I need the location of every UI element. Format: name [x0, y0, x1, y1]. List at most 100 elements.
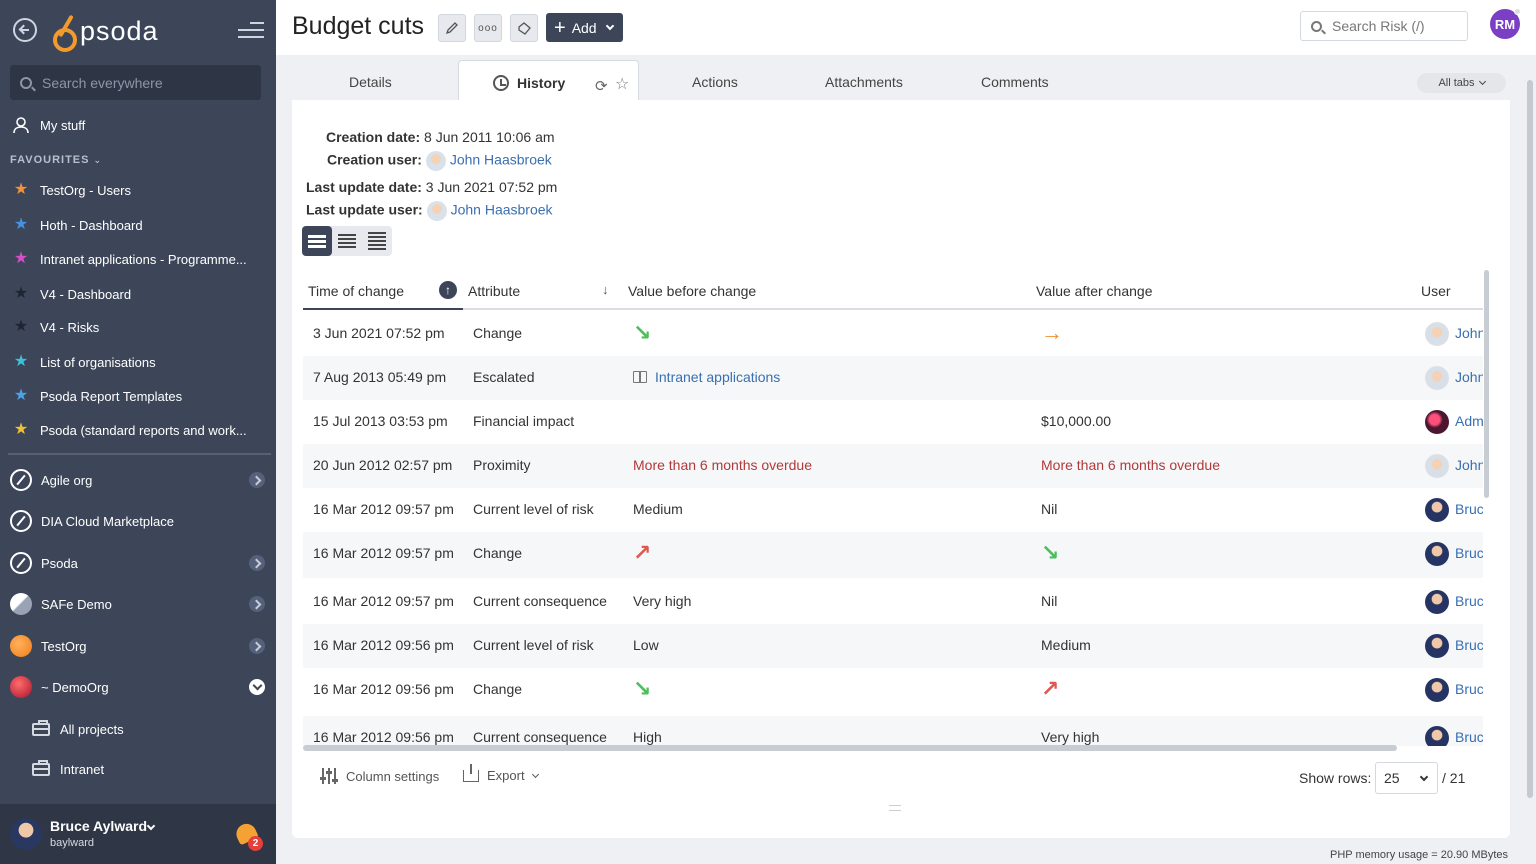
- sidebar-item-all-projects[interactable]: All projects: [0, 712, 276, 746]
- org-label: Agile org: [41, 472, 93, 488]
- org-item[interactable]: Psoda: [0, 543, 276, 583]
- density-comfortable-button[interactable]: [302, 226, 332, 256]
- tab-history[interactable]: History ⟳ ☆: [458, 60, 639, 101]
- search-risk-input[interactable]: [1332, 18, 1462, 34]
- cell-user-link[interactable]: John: [1455, 325, 1483, 341]
- cell-user-link[interactable]: John: [1455, 457, 1483, 473]
- org-item[interactable]: TestOrg: [0, 626, 276, 666]
- search-everywhere-input[interactable]: [42, 74, 242, 91]
- favourite-item[interactable]: ★ Psoda (standard reports and work...: [0, 413, 276, 447]
- tab-history-label-wrap: History: [493, 75, 565, 91]
- last-update-user-link[interactable]: John Haasbroek: [451, 202, 553, 218]
- star-outline-icon[interactable]: ☆: [615, 74, 629, 94]
- cell-attribute: Change: [473, 325, 523, 341]
- org-label: ~ DemoOrg: [41, 679, 109, 695]
- show-rows-select[interactable]: 25: [1375, 762, 1438, 794]
- tab-details[interactable]: Details: [349, 74, 392, 90]
- favourite-item[interactable]: ★ V4 - Risks: [0, 310, 276, 344]
- cell-attribute: Escalated: [473, 369, 535, 385]
- cell-before: High: [633, 729, 662, 745]
- cell-user-link[interactable]: Bruc: [1455, 729, 1483, 745]
- cell-after: Very high: [1041, 729, 1100, 745]
- history-table: Time of change ↑ Attribute ↓ Value befor…: [303, 270, 1483, 746]
- edit-button[interactable]: [438, 14, 466, 42]
- density-compact-button[interactable]: [332, 226, 362, 256]
- chevron-right-icon[interactable]: [249, 596, 265, 612]
- favourite-item[interactable]: ★ Intranet applications - Programme...: [0, 242, 276, 276]
- chevron-right-icon[interactable]: [249, 472, 265, 488]
- vertical-scrollbar[interactable]: [1484, 270, 1489, 498]
- sliders-icon: [320, 768, 338, 784]
- favourite-item[interactable]: ★ Psoda Report Templates: [0, 379, 276, 413]
- avatar: [1425, 454, 1449, 478]
- sidebar-item-label: Intranet: [60, 761, 105, 777]
- back-icon[interactable]: [13, 18, 37, 42]
- sidebar-item-my-stuff[interactable]: My stuff: [0, 108, 276, 142]
- favourite-item[interactable]: ★ Hoth - Dashboard: [0, 208, 276, 242]
- org-item[interactable]: ~ DemoOrg: [0, 667, 276, 707]
- last-update-date: Last update date: 3 Jun 2021 07:52 pm: [306, 179, 557, 195]
- tab-actions[interactable]: Actions: [692, 74, 738, 90]
- cell-user-link[interactable]: Adm: [1455, 413, 1483, 429]
- favourites-header[interactable]: FAVOURITES ⌄: [10, 154, 102, 166]
- horizontal-scrollbar[interactable]: [303, 745, 1397, 751]
- resize-handle[interactable]: [889, 805, 901, 811]
- user-name[interactable]: Bruce Aylward: [50, 818, 147, 834]
- column-settings-button[interactable]: Column settings: [320, 768, 439, 784]
- cell-attribute: Change: [473, 545, 523, 561]
- column-header-time[interactable]: Time of change: [308, 283, 404, 299]
- cell-user-link[interactable]: Bruc: [1455, 545, 1483, 561]
- page-title: Budget cuts: [292, 12, 425, 40]
- export-button[interactable]: Export: [463, 763, 539, 783]
- cell-user-link[interactable]: Bruc: [1455, 501, 1483, 517]
- user-username: baylward: [50, 837, 95, 849]
- cell-before-link[interactable]: Intranet applications: [655, 369, 780, 385]
- favourite-item[interactable]: ★ V4 - Dashboard: [0, 277, 276, 311]
- add-button[interactable]: + Add: [546, 13, 623, 42]
- cell-user-link[interactable]: John: [1455, 369, 1483, 385]
- density-dense-button[interactable]: [362, 226, 392, 256]
- avatar: [1425, 726, 1449, 746]
- column-header-value-after[interactable]: Value after change: [1036, 283, 1153, 299]
- cell-after: Nil: [1041, 501, 1058, 517]
- column-header-user[interactable]: User: [1421, 283, 1451, 299]
- avatar[interactable]: [10, 818, 42, 850]
- column-header-attribute[interactable]: Attribute: [468, 283, 520, 299]
- tab-comments[interactable]: Comments: [981, 74, 1049, 90]
- cell-user-link[interactable]: Bruc: [1455, 593, 1483, 609]
- refresh-icon[interactable]: ⟳: [595, 77, 608, 95]
- chevron-down-icon[interactable]: [249, 679, 265, 695]
- column-header-value-before[interactable]: Value before change: [628, 283, 756, 299]
- table-row: 3 Jun 2021 07:52 pm Change ↘ → John: [303, 312, 1483, 356]
- tab-attachments[interactable]: Attachments: [825, 74, 903, 90]
- sort-ascending-icon[interactable]: ↑: [439, 281, 457, 299]
- table-header: Time of change ↑ Attribute ↓ Value befor…: [303, 270, 1483, 310]
- favourite-item[interactable]: ★ List of organisations: [0, 345, 276, 379]
- collapse-menu-icon[interactable]: [238, 22, 264, 40]
- cell-user-link[interactable]: Bruc: [1455, 637, 1483, 653]
- chevron-right-icon[interactable]: [249, 638, 265, 654]
- creation-user-link[interactable]: John Haasbroek: [450, 152, 552, 168]
- favourite-item[interactable]: ★ TestOrg - Users: [0, 173, 276, 207]
- creation-user-label: Creation user:: [327, 151, 422, 168]
- tag-button[interactable]: [510, 14, 538, 42]
- chevron-down-icon[interactable]: [146, 821, 156, 831]
- org-item[interactable]: DIA Cloud Marketplace: [0, 501, 276, 541]
- org-item[interactable]: Agile org: [0, 460, 276, 500]
- all-tabs-button[interactable]: All tabs: [1417, 73, 1506, 93]
- sidebar: psoda My stuff FAVOURITES ⌄ ★ TestOrg - …: [0, 0, 276, 864]
- psoda-logo[interactable]: psoda: [50, 12, 159, 52]
- briefcase-icon: [32, 759, 50, 776]
- avatar: [1425, 634, 1449, 658]
- table-row: 20 Jun 2012 02:57 pm Proximity More than…: [303, 444, 1483, 488]
- history-icon: [493, 75, 509, 91]
- org-item[interactable]: SAFe Demo: [0, 584, 276, 624]
- more-button[interactable]: ooo: [474, 14, 502, 42]
- page-scrollbar[interactable]: [1527, 80, 1533, 798]
- star-icon: ★: [13, 181, 29, 198]
- cell-attribute: Current consequence: [473, 593, 607, 609]
- sort-descending-icon[interactable]: ↓: [602, 282, 609, 297]
- cell-user-link[interactable]: Bruc: [1455, 681, 1483, 697]
- chevron-right-icon[interactable]: [249, 555, 265, 571]
- sidebar-item-intranet[interactable]: Intranet: [0, 752, 276, 786]
